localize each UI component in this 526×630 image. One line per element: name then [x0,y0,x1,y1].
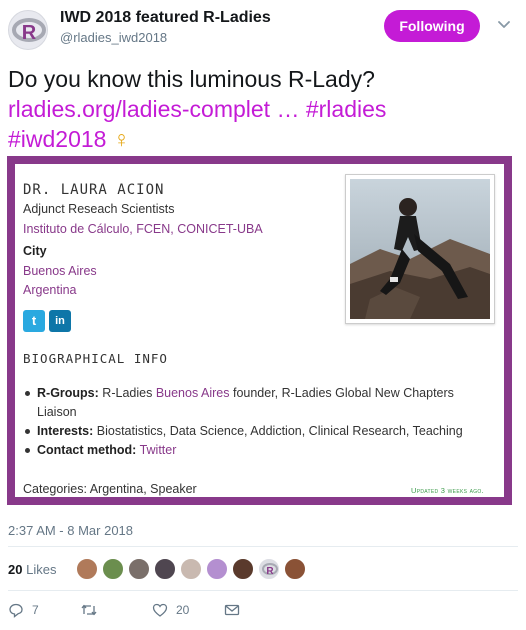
liker-avatar[interactable]: R [258,558,280,580]
likes-count[interactable]: 20 Likes [8,562,56,577]
reply-button[interactable]: 7 [8,600,39,620]
female-sign-icon: ♀ [112,126,131,152]
twitter-icon: t [23,310,45,332]
liker-avatar[interactable] [76,558,98,580]
retweet-icon [81,604,97,616]
liker-avatar[interactable] [232,558,254,580]
card-country: Argentina [23,283,77,297]
tweet-link[interactable]: rladies.org/ladies-complet … [8,96,299,122]
like-button[interactable]: 20 [152,600,189,620]
tweet-text: Do you know this luminous R-Lady? rladie… [8,64,508,154]
bio-item-interests: Interests: Biostatistics, Data Science, … [23,422,493,441]
rgroups-city-link: Buenos Aires [155,386,230,400]
reply-icon [9,603,23,618]
liker-avatar[interactable] [154,558,176,580]
liker-avatar[interactable] [206,558,228,580]
account-handle[interactable]: @rladies_iwd2018 [60,30,167,45]
tweet-question: Do you know this luminous R-Lady? [8,66,375,92]
account-name[interactable]: IWD 2018 featured R-Ladies [60,9,271,27]
direct-message-button[interactable] [224,600,240,620]
liker-avatar-letter: R [266,566,274,577]
retweet-button[interactable] [80,600,106,620]
liker-avatar[interactable] [180,558,202,580]
card-institution: Instituto de Cálculo, FCEN, CONICET-UBA [23,222,263,236]
liker-avatar[interactable] [102,558,124,580]
card-job-title: Adjunct Reseach Scientists [23,202,175,216]
profile-card-image[interactable]: DR. LAURA ACION Adjunct Reseach Scientis… [7,156,512,505]
hashtag-iwd2018[interactable]: #iwd2018 [8,126,106,152]
contact-value: Twitter [139,443,177,457]
following-button[interactable]: Following [384,10,480,42]
liker-avatar[interactable] [128,558,150,580]
hashtag-rladies[interactable]: #rladies [306,96,387,122]
profile-photo [345,174,495,324]
linkedin-icon: in [49,310,71,332]
rgroups-label: R-Groups: [37,386,99,400]
bio-list: R-Groups: R-Ladies Buenos Aires founder,… [23,384,493,460]
account-avatar[interactable]: R [8,10,48,50]
card-city: Buenos Aires [23,264,97,278]
liker-avatar[interactable] [284,558,306,580]
rgroups-suffix: founder, R-Ladies Global New Chapters Li… [37,386,454,419]
interests-value: Biostatistics, Data Science, Addiction, … [96,424,463,438]
bio-item-rgroups: R-Groups: R-Ladies Buenos Aires founder,… [23,384,493,422]
chevron-down-icon[interactable] [494,14,514,34]
likes-label: Likes [26,562,57,577]
heart-icon [152,603,168,617]
card-updated: Updated 3 weeks ago. [411,486,485,495]
tweet-timestamp[interactable]: 2:37 AM - 8 Mar 2018 [8,523,133,538]
contact-label: Contact method: [37,443,137,457]
rgroups-prefix: R-Ladies [102,386,153,400]
interests-label: Interests: [37,424,94,438]
card-person-name: DR. LAURA ACION [23,182,165,198]
divider [8,590,518,591]
like-count: 20 [176,603,190,617]
bio-item-contact: Contact method: Twitter [23,441,493,460]
reply-count: 7 [32,603,39,617]
card-categories: Categories: Argentina, Speaker [23,482,197,496]
avatar-letter: R [22,22,37,44]
envelope-icon [224,604,240,616]
tweet-header: R IWD 2018 featured R-Ladies @rladies_iw… [0,0,526,56]
divider [8,546,518,547]
card-bio-heading: BIOGRAPHICAL INFO [23,351,168,366]
card-city-heading: City [23,244,47,258]
likes-number: 20 [8,562,23,577]
